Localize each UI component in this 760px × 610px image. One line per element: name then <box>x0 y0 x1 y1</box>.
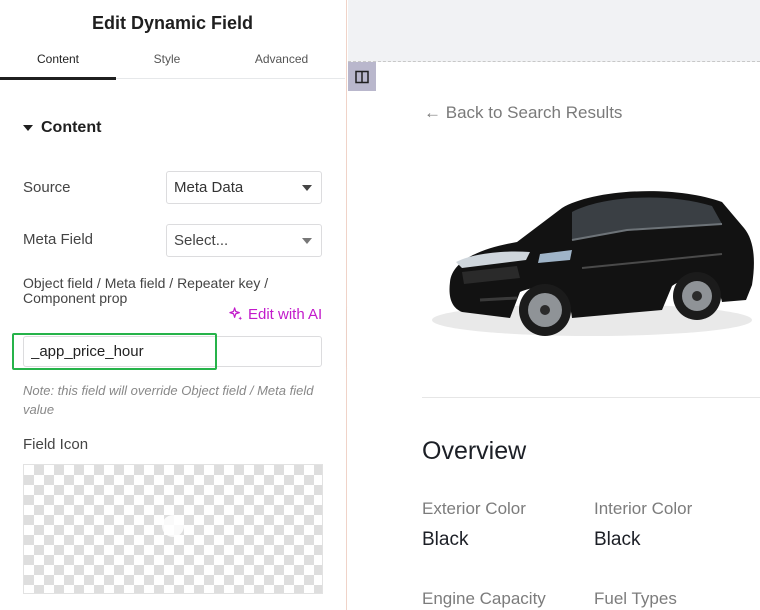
sparkle-icon <box>229 307 243 321</box>
panel-title: Edit Dynamic Field <box>91 13 254 33</box>
caret-down-icon <box>23 125 33 131</box>
edit-with-ai-label: Edit with AI <box>248 306 323 323</box>
chevron-down-icon <box>302 185 312 191</box>
edit-with-ai-link[interactable]: Edit with AI <box>229 306 322 323</box>
spec-label-engine-capacity: Engine Capacity <box>422 589 546 608</box>
preview-divider <box>422 397 760 398</box>
field-icon-label: Field Icon <box>23 436 89 453</box>
meta-field-label: Meta Field <box>23 231 94 248</box>
add-media-icon <box>162 515 184 537</box>
source-select[interactable]: Meta Data <box>166 171 322 204</box>
spec-label-interior-color: Interior Color <box>594 499 693 518</box>
spec-value-interior-color: Black <box>594 529 641 550</box>
object-field-label: Object field / Meta field / Repeater key… <box>23 275 269 306</box>
section-handle-button[interactable] <box>348 62 376 91</box>
tab-style[interactable]: Style <box>116 52 218 79</box>
columns-icon <box>355 70 369 83</box>
object-field-input-wrap <box>23 336 322 367</box>
section-title: Content <box>41 119 102 136</box>
tab-content[interactable]: Content <box>0 52 116 80</box>
spec-value-exterior-color: Black <box>422 529 469 550</box>
arrow-left-icon: ← <box>424 103 441 122</box>
object-field-input[interactable] <box>31 343 311 360</box>
field-icon-media-picker[interactable] <box>23 464 323 594</box>
spec-label-fuel-types: Fuel Types <box>594 589 677 608</box>
back-to-results-link[interactable]: ← Back to Search Results <box>424 103 622 123</box>
override-note: Note: this field will override Object fi… <box>23 383 314 417</box>
source-select-value: Meta Data <box>174 179 244 196</box>
editor-root: Edit Dynamic Field Content Style Advance… <box>0 0 760 610</box>
tab-advanced[interactable]: Advanced <box>218 52 345 79</box>
preview-top-section <box>348 0 760 62</box>
editor-panel: Edit Dynamic Field Content Style Advance… <box>0 0 347 610</box>
page-preview: ← Back to Search Results Overview Exteri… <box>348 0 760 610</box>
section-toggle-content[interactable]: Content <box>23 119 101 137</box>
car-image <box>422 150 760 384</box>
source-label: Source <box>23 179 71 196</box>
chevron-down-icon <box>302 238 312 244</box>
overview-title: Overview <box>422 437 527 465</box>
meta-field-select-value: Select... <box>174 232 229 249</box>
spec-label-exterior-color: Exterior Color <box>422 499 526 518</box>
car-illustration <box>432 191 754 336</box>
panel-tabs: Content Style Advanced <box>0 52 345 80</box>
meta-field-select[interactable]: Select... <box>166 224 322 257</box>
back-link-label: Back to Search Results <box>445 103 623 122</box>
